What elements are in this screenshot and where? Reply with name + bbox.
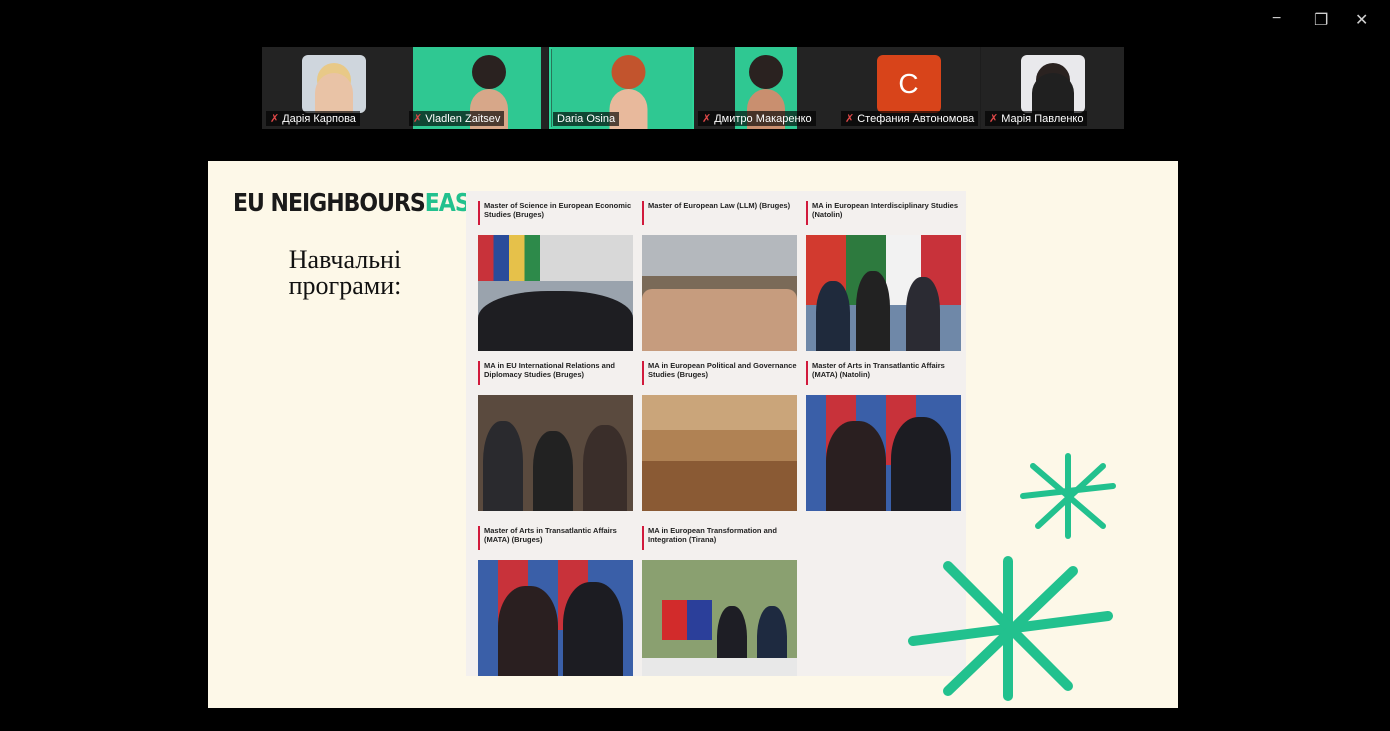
program-card: MA in European Interdisciplinary Studies… [806, 201, 961, 351]
participant-initial-avatar: C [876, 55, 941, 113]
participant-name: Дарія Карпова [282, 113, 356, 125]
mic-muted-icon: ✗ [270, 113, 280, 125]
program-card: MA in European Political and Governance … [642, 361, 797, 511]
participant-name: Стефания Автономова [857, 113, 975, 125]
programs-panel: Master of Science in European Economic S… [466, 191, 966, 676]
program-title: MA in European Interdisciplinary Studies… [806, 201, 961, 225]
program-photo [806, 395, 961, 511]
participant-name: Daria Osina [557, 113, 616, 125]
program-card: Master of Arts in Transatlantic Affairs … [478, 526, 633, 676]
participant-strip: ✗ Дарія Карпова ✗ Vladlen Zaitsev Daria Os… [262, 47, 1124, 129]
program-title: MA in European Political and Governance … [642, 361, 797, 385]
program-card: Master of Arts in Transatlantic Affairs … [806, 361, 961, 511]
program-title: Master of Science in European Economic S… [478, 201, 633, 225]
program-photo [642, 395, 797, 511]
program-title: Master of Arts in Transatlantic Affairs … [478, 526, 633, 550]
slide-logo: EU NEIGHBOURSEAST [233, 189, 485, 218]
slide-heading: Навчальні програми: [288, 245, 402, 300]
mic-muted-icon: ✗ [702, 113, 712, 125]
program-card: MA in EU International Relations and Dip… [478, 361, 633, 511]
participant-tile[interactable]: ✗ Дмитро Макаренко [694, 47, 837, 129]
restore-button[interactable]: ❐ [1314, 10, 1328, 30]
minimize-button[interactable]: − [1272, 10, 1281, 28]
program-photo [478, 235, 633, 351]
participant-tile-active-speaker[interactable]: Daria Osina [549, 47, 694, 129]
program-title: MA in European Transformation and Integr… [642, 526, 797, 550]
program-title: Master of European Law (LLM) (Bruges) [642, 201, 797, 225]
participant-avatar [1020, 55, 1085, 113]
mic-muted-icon: ✗ [989, 113, 999, 125]
mic-muted-icon: ✗ [845, 113, 855, 125]
program-card: MA in European Transformation and Integr… [642, 526, 797, 676]
program-photo [478, 395, 633, 511]
program-card: Master of Science in European Economic S… [478, 201, 633, 351]
program-title: Master of Arts in Transatlantic Affairs … [806, 361, 961, 385]
mic-muted-icon: ✗ [413, 113, 423, 125]
participant-name: Vladlen Zaitsev [425, 113, 501, 125]
letterbox-bottom [208, 708, 1178, 731]
program-photo [806, 235, 961, 351]
participant-tile[interactable]: ✗ Дарія Карпова [262, 47, 405, 129]
participant-avatar [301, 55, 366, 113]
program-title: MA in EU International Relations and Dip… [478, 361, 633, 385]
participant-tile[interactable]: ✗ Марія Павленко [981, 47, 1124, 129]
program-card: Master of European Law (LLM) (Bruges) [642, 201, 797, 351]
program-photo [642, 560, 797, 676]
participant-tile[interactable]: C ✗ Стефания Автономова [837, 47, 980, 129]
shared-screen-slide: EU NEIGHBOURSEAST Навчальні програми: Ma… [208, 161, 1178, 708]
program-photo [478, 560, 633, 676]
participant-tile[interactable]: ✗ Vladlen Zaitsev [405, 47, 548, 129]
program-photo [642, 235, 797, 351]
decorative-star-large [908, 556, 1113, 701]
decorative-star-small [1020, 453, 1116, 539]
close-button[interactable]: ✕ [1355, 10, 1368, 30]
participant-name: Марія Павленко [1001, 113, 1084, 125]
participant-name: Дмитро Макаренко [714, 113, 812, 125]
letterbox-top [208, 131, 1178, 161]
